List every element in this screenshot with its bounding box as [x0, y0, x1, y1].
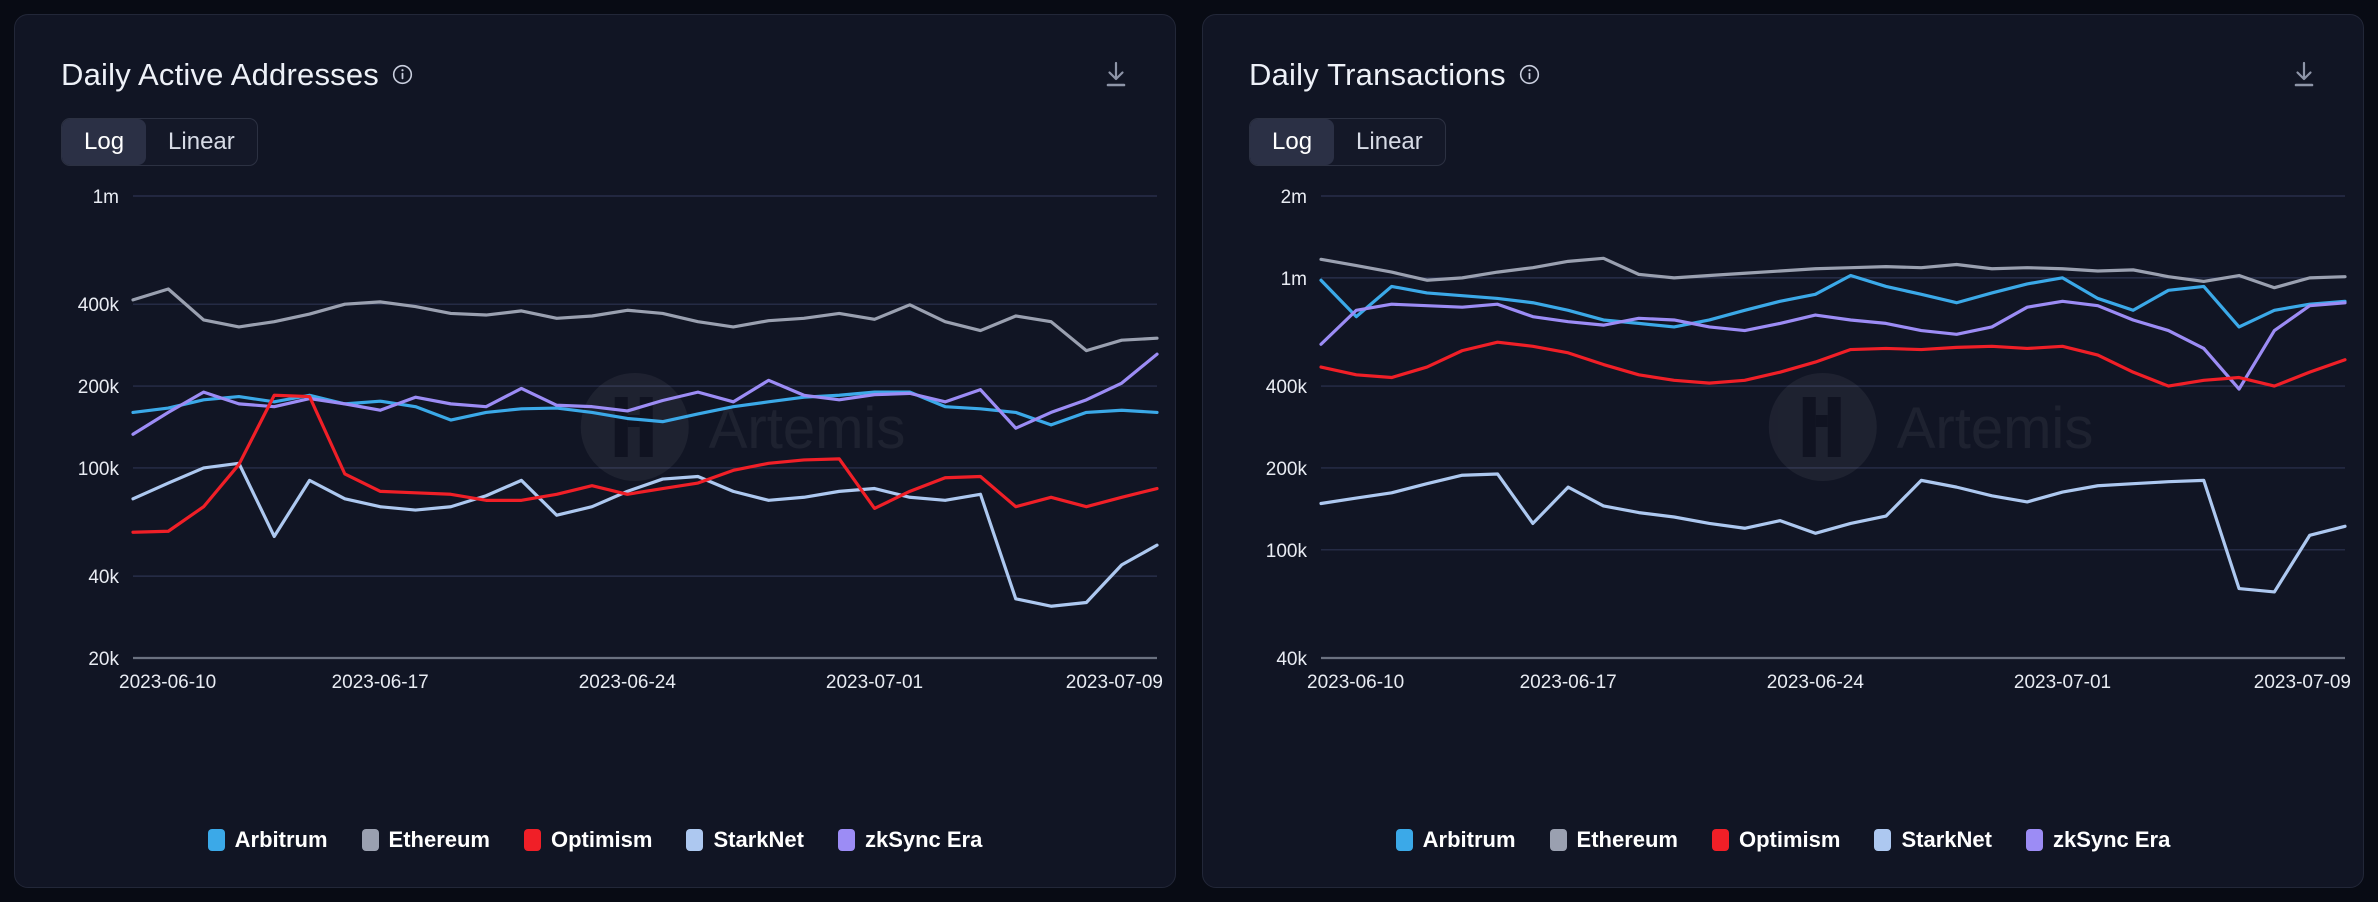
legend-swatch-zksync-era — [2025, 829, 2043, 851]
x-axis-tick-label: 2023-06-24 — [1767, 672, 1865, 693]
legend-swatch-ethereum — [1549, 829, 1567, 851]
legend-item-optimism[interactable]: Optimism — [524, 827, 652, 853]
legend-swatch-arbitrum — [207, 829, 225, 851]
y-axis-tick-label: 200k — [1266, 459, 1308, 480]
chart-card-daily-transactions: Daily Transactions Log Linear 2m 1m 400k 20… — [1202, 14, 2364, 888]
page-title: Daily Active Addresses — [61, 57, 379, 92]
plot-area: 1m 400k 200k 100k 40k 20k Artemis 2023-06-10 202… — [15, 182, 1175, 742]
y-axis-tick-label: 1m — [1281, 269, 1307, 290]
scale-toggle[interactable]: Log Linear — [1249, 118, 1446, 166]
page-title: Daily Transactions — [1249, 57, 1506, 92]
legend-label-starknet: StarkNet — [1901, 827, 1992, 852]
info-circle-icon[interactable] — [392, 64, 413, 85]
series-line-starknet[interactable] — [1319, 472, 2347, 594]
y-axis-tick-label: 1m — [93, 187, 119, 208]
series-line-arbitrum[interactable] — [1319, 273, 2347, 329]
legend-label-optimism: Optimism — [551, 827, 653, 852]
artemis-watermark: Artemis — [1768, 373, 2094, 481]
info-circle-icon[interactable] — [1519, 64, 1540, 85]
legend-swatch-starknet — [1874, 829, 1892, 851]
y-axis-tick-label: 40k — [1276, 649, 1307, 670]
legend-item-zksync-era[interactable]: zkSync Era — [2025, 827, 2171, 853]
y-axis-tick-label: 2m — [1281, 187, 1307, 208]
legend-swatch-optimism — [524, 829, 541, 851]
legend-swatch-optimism — [1712, 829, 1729, 851]
legend-label-arbitrum: Arbitrum — [1422, 827, 1516, 852]
x-axis-tick-label: 2023-07-09 — [2254, 672, 2351, 693]
scale-toggle-linear[interactable]: Linear — [1334, 119, 1445, 165]
series-line-starknet[interactable] — [131, 461, 1159, 608]
legend-swatch-starknet — [686, 829, 704, 851]
scale-toggle-log[interactable]: Log — [1250, 119, 1335, 165]
y-axis-tick-label: 100k — [1266, 541, 1308, 562]
legend-item-zksync-era[interactable]: zkSync Era — [837, 827, 983, 853]
line-chart-daily-active-addresses[interactable]: 1m 400k 200k 100k 40k 20k Artemis 2023-06-10 202… — [15, 182, 1175, 742]
x-axis-tick-label: 2023-06-24 — [579, 672, 677, 693]
legend-item-arbitrum[interactable]: Arbitrum — [207, 827, 328, 853]
legend-label-arbitrum: Arbitrum — [234, 827, 328, 852]
x-axis-tick-label: 2023-06-17 — [332, 672, 429, 693]
title-row: Daily Active Addresses — [61, 59, 413, 90]
legend-item-starknet[interactable]: StarkNet — [686, 827, 804, 853]
plot-area: 2m 1m 400k 200k 100k 40k Artemis 2023-06-10 2023… — [1203, 182, 2363, 742]
legend-item-starknet[interactable]: StarkNet — [1874, 827, 1992, 853]
legend-item-optimism[interactable]: Optimism — [1712, 827, 1840, 853]
legend-swatch-zksync-era — [837, 829, 855, 851]
download-icon[interactable] — [2291, 61, 2317, 89]
series-line-ethereum[interactable] — [131, 287, 1159, 353]
scale-toggle-log[interactable]: Log — [62, 119, 147, 165]
y-axis-tick-label: 40k — [88, 567, 119, 588]
x-axis-tick-label: 2023-07-01 — [2014, 672, 2111, 693]
y-axis-tick-label: 400k — [1266, 377, 1308, 398]
legend-item-ethereum[interactable]: Ethereum — [361, 827, 490, 853]
title-row: Daily Transactions — [1249, 59, 1540, 90]
line-chart-daily-transactions[interactable]: 2m 1m 400k 200k 100k 40k Artemis 2023-06-10 2023… — [1203, 182, 2363, 742]
card-header: Daily Active Addresses — [15, 15, 1175, 90]
legend-label-zksync-era: zkSync Era — [2052, 827, 2171, 852]
scale-toggle-linear[interactable]: Linear — [146, 119, 257, 165]
legend-swatch-arbitrum — [1395, 829, 1413, 851]
svg-text:Artemis: Artemis — [1897, 396, 2094, 461]
x-axis-tick-label: 2023-07-01 — [826, 672, 923, 693]
x-axis-tick-label: 2023-06-10 — [119, 672, 216, 693]
y-axis-tick-label: 200k — [78, 377, 120, 398]
artemis-watermark: Artemis — [580, 373, 905, 481]
charts-page: Daily Active Addresses Log Linear 1m 400k… — [0, 0, 2378, 902]
legend-item-arbitrum[interactable]: Arbitrum — [1395, 827, 1516, 853]
legend-swatch-ethereum — [361, 829, 379, 851]
chart-legend: Arbitrum Ethereum Optimism StarkNet zkSy… — [15, 827, 1175, 853]
download-icon[interactable] — [1103, 61, 1129, 89]
card-header: Daily Transactions — [1203, 15, 2363, 90]
legend-label-zksync-era: zkSync Era — [864, 827, 983, 852]
x-axis-tick-label: 2023-06-17 — [1520, 672, 1617, 693]
legend-label-ethereum: Ethereum — [1576, 827, 1678, 852]
legend-label-optimism: Optimism — [1739, 827, 1841, 852]
x-axis-tick-label: 2023-06-10 — [1307, 672, 1404, 693]
chart-legend: Arbitrum Ethereum Optimism StarkNet zkSy… — [1203, 827, 2363, 853]
chart-card-daily-active-addresses: Daily Active Addresses Log Linear 1m 400k… — [14, 14, 1176, 888]
y-axis-tick-label: 400k — [78, 295, 120, 316]
x-axis-tick-label: 2023-07-09 — [1066, 672, 1163, 693]
y-axis-tick-label: 20k — [88, 649, 119, 670]
y-axis-tick-label: 100k — [78, 459, 120, 480]
legend-label-ethereum: Ethereum — [388, 827, 490, 852]
legend-label-starknet: StarkNet — [713, 827, 804, 852]
legend-item-ethereum[interactable]: Ethereum — [1549, 827, 1678, 853]
scale-toggle[interactable]: Log Linear — [61, 118, 258, 166]
